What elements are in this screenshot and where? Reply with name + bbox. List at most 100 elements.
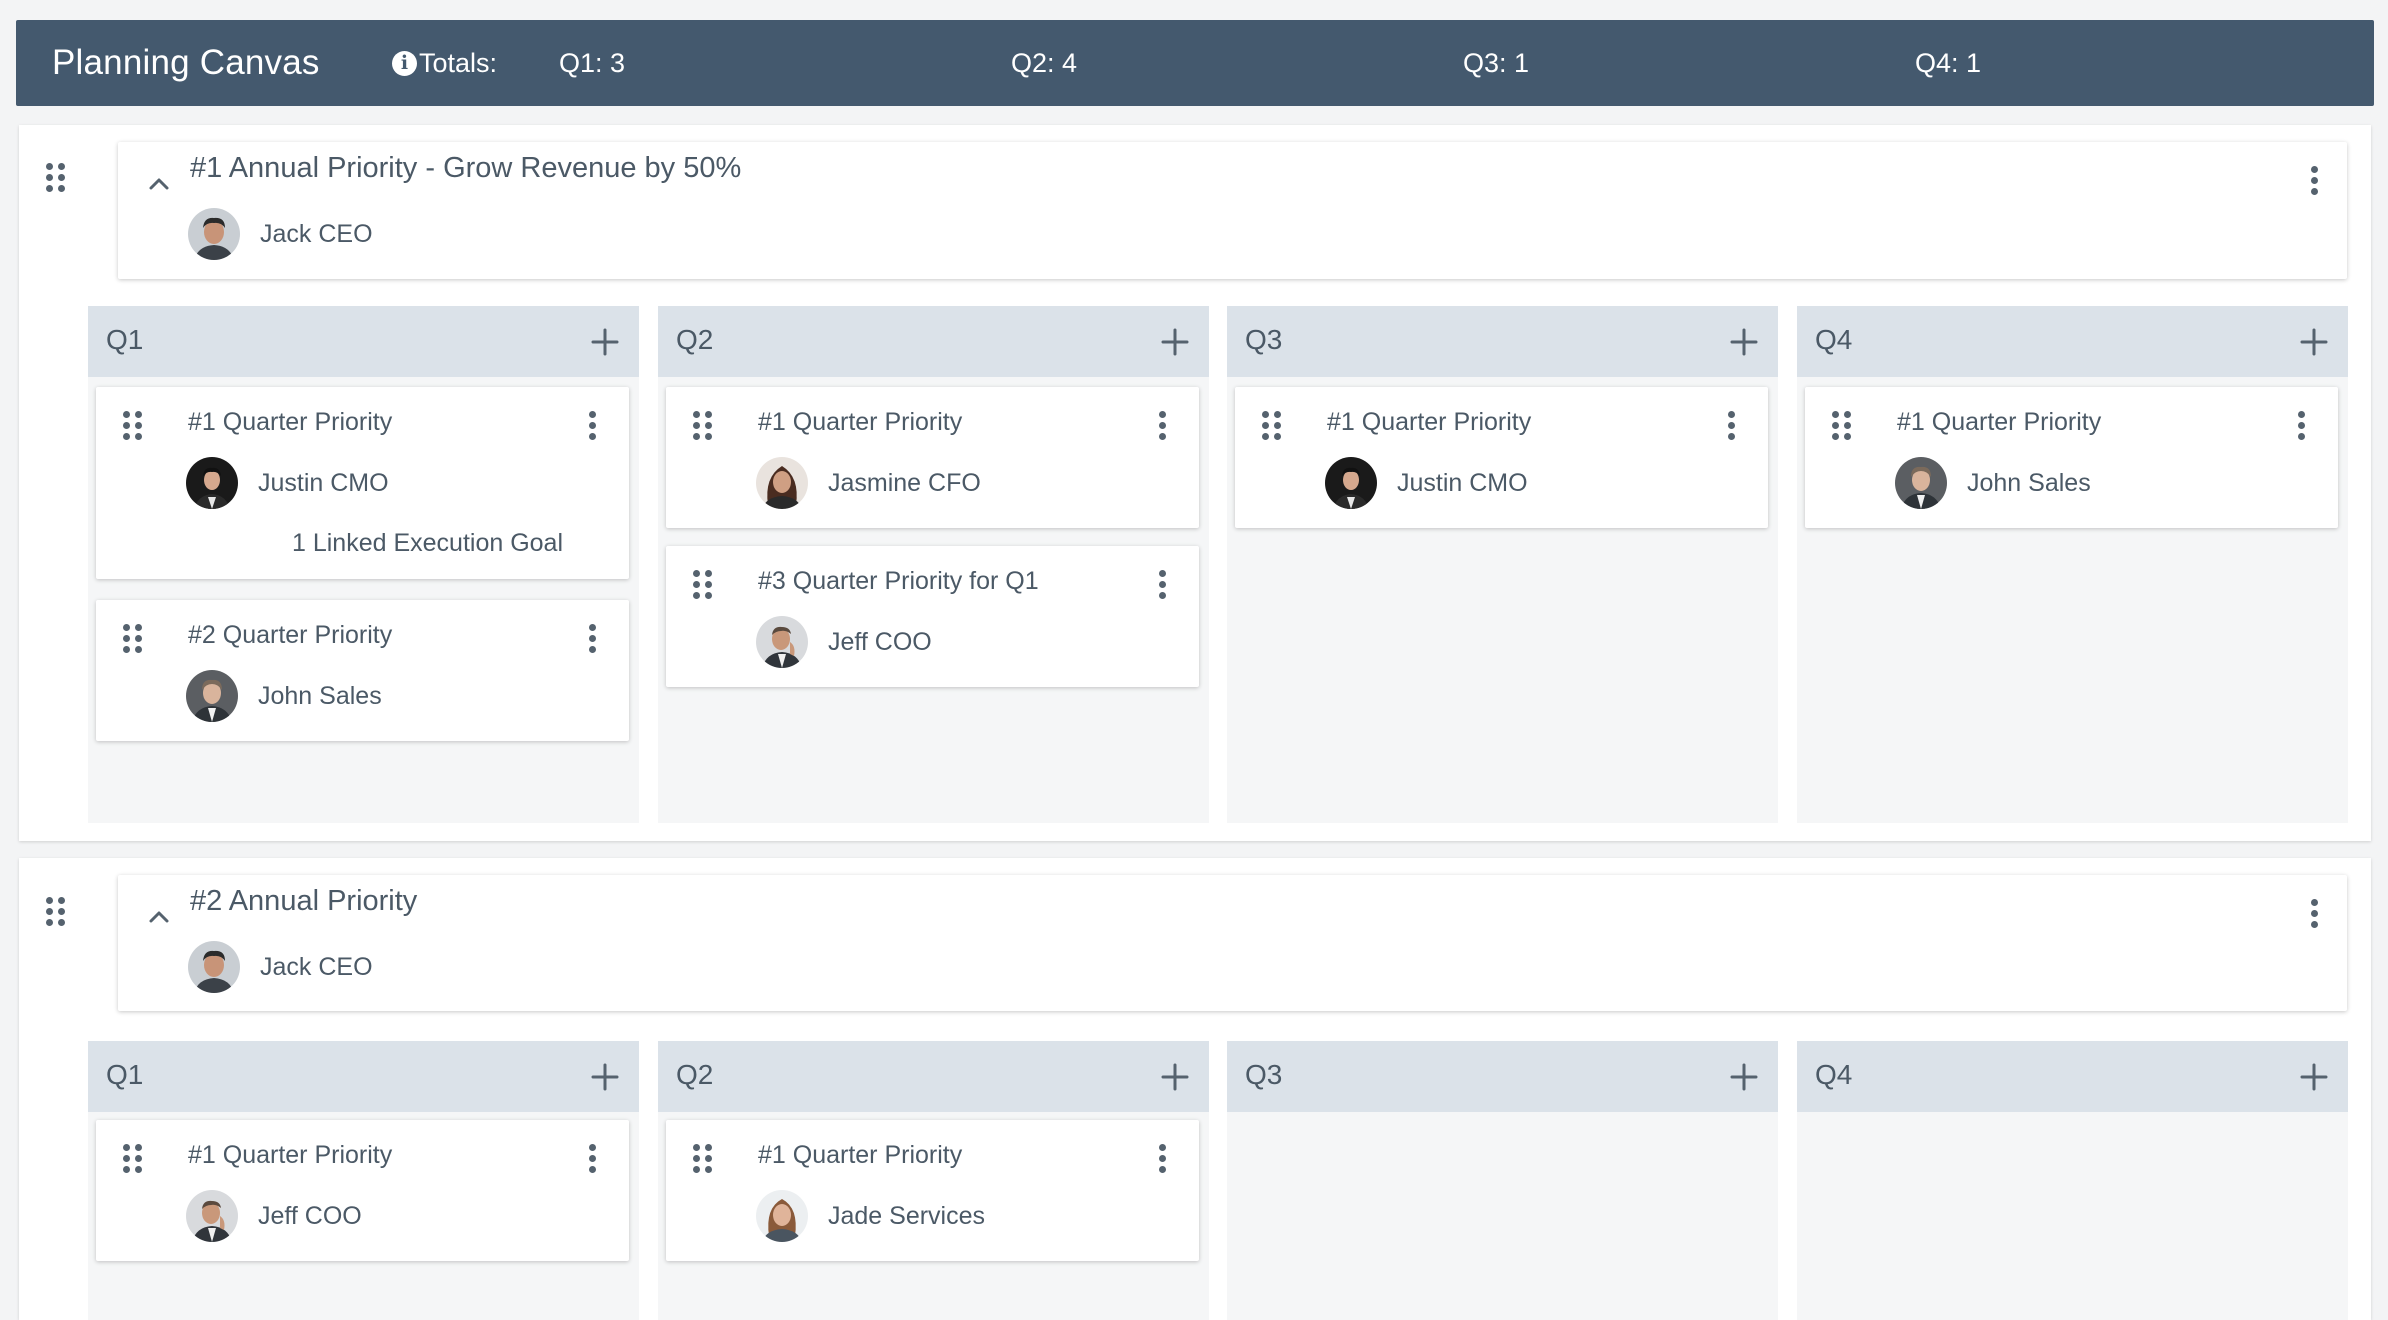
column-header: Q1 — [88, 306, 639, 377]
avatar — [756, 616, 808, 668]
linked-goals-link[interactable]: 1 Linked Execution Goal — [292, 529, 563, 558]
card-title: #1 Quarter Priority — [1327, 408, 1532, 436]
more-options-icon[interactable] — [1159, 570, 1167, 599]
annual-priority-section-2: #2 Annual Priority Jack CEO Q1 #1 Quarte… — [19, 858, 2371, 1320]
owner-name: Jack CEO — [260, 219, 373, 248]
owner-name: Jack CEO — [260, 952, 373, 981]
quarter-priority-card[interactable]: #1 Quarter Priority Justin CMO — [1235, 387, 1768, 528]
owner: John Sales — [186, 670, 382, 722]
add-icon[interactable] — [2300, 328, 2328, 356]
annual-priority-card[interactable]: #1 Annual Priority - Grow Revenue by 50%… — [118, 142, 2347, 279]
total-q3: Q3: 1 — [1463, 47, 1530, 78]
column-label: Q3 — [1245, 324, 1283, 355]
chevron-up-icon[interactable] — [144, 901, 174, 931]
page-title: Planning Canvas — [52, 43, 320, 82]
total-q1: Q1: 3 — [559, 47, 626, 78]
more-options-icon[interactable] — [2311, 166, 2319, 195]
drag-handle-icon[interactable] — [46, 163, 65, 192]
owner-name: John Sales — [258, 681, 382, 710]
quarter-column-q1: Q1 #1 Quarter Priority Justin CMO 1 Link… — [88, 306, 639, 823]
avatar — [1325, 457, 1377, 509]
column-label: Q2 — [676, 1059, 714, 1090]
total-q4: Q4: 1 — [1915, 47, 1982, 78]
avatar — [756, 1190, 808, 1242]
drag-handle-icon[interactable] — [123, 411, 142, 440]
owner-name: Jasmine CFO — [828, 468, 981, 497]
drag-handle-icon[interactable] — [693, 1144, 712, 1173]
drag-handle-icon[interactable] — [1262, 411, 1281, 440]
quarter-priority-card[interactable]: #3 Quarter Priority for Q1 Jeff COO — [666, 546, 1199, 687]
avatar — [1895, 457, 1947, 509]
more-options-icon[interactable] — [1159, 411, 1167, 440]
more-options-icon[interactable] — [2298, 411, 2306, 440]
avatar — [188, 208, 240, 260]
owner: Jeff COO — [756, 616, 932, 668]
column-label: Q2 — [676, 324, 714, 355]
owner: Justin CMO — [1325, 457, 1528, 509]
card-title: #3 Quarter Priority for Q1 — [758, 567, 1039, 595]
column-header: Q3 — [1227, 306, 1778, 377]
add-icon[interactable] — [591, 1063, 619, 1091]
owner-name: Justin CMO — [1397, 468, 1528, 497]
drag-handle-icon[interactable] — [693, 411, 712, 440]
add-icon[interactable] — [1161, 1063, 1189, 1091]
column-header: Q1 — [88, 1041, 639, 1112]
add-icon[interactable] — [591, 328, 619, 356]
totals: i Totals: — [392, 48, 497, 79]
avatar — [186, 1190, 238, 1242]
add-icon[interactable] — [1730, 1063, 1758, 1091]
column-header: Q4 — [1797, 1041, 2348, 1112]
drag-handle-icon[interactable] — [693, 570, 712, 599]
quarter-priority-card[interactable]: #1 Quarter Priority Jeff COO — [96, 1120, 629, 1261]
owner: Jack CEO — [188, 208, 373, 260]
quarter-priority-card[interactable]: #1 Quarter Priority Jasmine CFO — [666, 387, 1199, 528]
add-icon[interactable] — [1730, 328, 1758, 356]
chevron-up-icon[interactable] — [144, 168, 174, 198]
column-label: Q1 — [106, 1059, 144, 1090]
more-options-icon[interactable] — [2311, 899, 2319, 928]
column-header: Q2 — [658, 306, 1209, 377]
quarter-priority-card[interactable]: #1 Quarter Priority Jade Services — [666, 1120, 1199, 1261]
quarter-priority-card[interactable]: #1 Quarter Priority John Sales — [1805, 387, 2338, 528]
owner-name: Jade Services — [828, 1201, 986, 1230]
owner: Jasmine CFO — [756, 457, 981, 509]
annual-priority-card[interactable]: #2 Annual Priority Jack CEO — [118, 875, 2347, 1011]
column-header: Q4 — [1797, 306, 2348, 377]
more-options-icon[interactable] — [589, 1144, 597, 1173]
card-title: #2 Quarter Priority — [188, 621, 393, 649]
quarter-priority-card[interactable]: #2 Quarter Priority John Sales — [96, 600, 629, 741]
card-title: #1 Quarter Priority — [1897, 408, 2102, 436]
totals-label: Totals: — [419, 47, 498, 78]
quarter-priority-card[interactable]: #1 Quarter Priority Justin CMO 1 Linked … — [96, 387, 629, 579]
owner-name: Jeff COO — [258, 1201, 362, 1230]
quarter-column-q2: Q2 #1 Quarter Priority Jasmine CFO #3 Qu… — [658, 306, 1209, 823]
owner-name: Jeff COO — [828, 627, 932, 656]
top-bar: Planning Canvas i Totals: Q1: 3 Q2: 4 Q3… — [16, 20, 2374, 106]
column-header: Q2 — [658, 1041, 1209, 1112]
more-options-icon[interactable] — [589, 411, 597, 440]
column-label: Q4 — [1815, 1059, 1853, 1090]
drag-handle-icon[interactable] — [46, 897, 65, 926]
owner-name: Justin CMO — [258, 468, 389, 497]
info-icon[interactable]: i — [392, 50, 417, 76]
avatar — [756, 457, 808, 509]
more-options-icon[interactable] — [1159, 1144, 1167, 1173]
add-icon[interactable] — [1161, 328, 1189, 356]
avatar — [188, 941, 240, 993]
more-options-icon[interactable] — [589, 624, 597, 653]
card-title: #1 Quarter Priority — [758, 1141, 963, 1169]
add-icon[interactable] — [2300, 1063, 2328, 1091]
drag-handle-icon[interactable] — [123, 1144, 142, 1173]
column-label: Q4 — [1815, 324, 1853, 355]
drag-handle-icon[interactable] — [123, 624, 142, 653]
more-options-icon[interactable] — [1728, 411, 1736, 440]
total-q2: Q2: 4 — [1011, 47, 1078, 78]
owner: Jeff COO — [186, 1190, 362, 1242]
avatar — [186, 457, 238, 509]
quarter-column-q3: Q3 #1 Quarter Priority Justin CMO — [1227, 306, 1778, 823]
annual-priority-title: #2 Annual Priority — [190, 885, 418, 917]
drag-handle-icon[interactable] — [1832, 411, 1851, 440]
quarter-column-q3: Q3 — [1227, 1041, 1778, 1320]
owner: Jade Services — [756, 1190, 985, 1242]
quarter-column-q4: Q4 #1 Quarter Priority John Sales — [1797, 306, 2348, 823]
